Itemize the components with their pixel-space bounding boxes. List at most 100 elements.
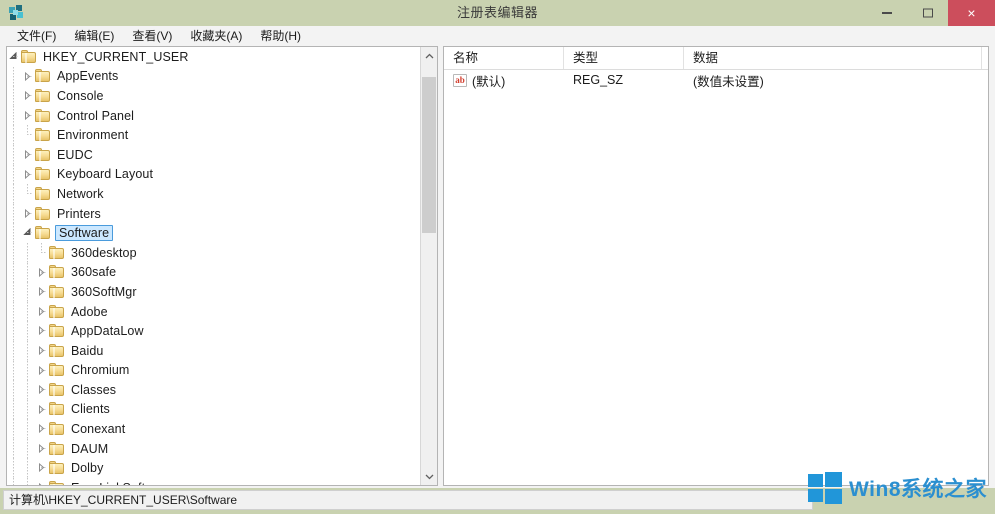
tree-item-console[interactable]: Console (7, 86, 420, 106)
minimize-button[interactable] (866, 0, 907, 26)
tree-indent (7, 321, 21, 341)
tree-indent (7, 301, 21, 322)
tree-indent (21, 458, 35, 479)
registry-tree[interactable]: HKEY_CURRENT_USER AppEvents Console Control… (7, 47, 420, 485)
chevron-right-icon[interactable] (35, 282, 49, 302)
tree-item-label: Classes (71, 382, 117, 397)
folder-icon (35, 88, 51, 103)
tree-item-360softmgr[interactable]: 360SoftMgr (7, 282, 420, 302)
tree-item-label: 360desktop (71, 245, 137, 260)
column-header-type[interactable]: 类型 (564, 47, 684, 69)
close-button[interactable]: × (948, 0, 995, 26)
tree-leaf-connector (21, 125, 35, 145)
tree-item-dolby[interactable]: Dolby (7, 458, 420, 479)
title-bar[interactable]: 注册表编辑器 × (0, 0, 995, 26)
tree-item-conexant[interactable]: Conexant (7, 419, 420, 439)
maximize-button[interactable] (907, 0, 948, 26)
chevron-right-icon[interactable] (21, 145, 35, 165)
tree-item-360desktop[interactable]: 360desktop (7, 242, 420, 263)
tree-item-clients[interactable]: Clients (7, 399, 420, 420)
tree-item-label: Baidu (71, 343, 104, 358)
tree-item-360safe[interactable]: 360safe (7, 262, 420, 283)
tree-leaf-connector (35, 242, 49, 263)
chevron-right-icon[interactable] (35, 458, 49, 478)
menu-file[interactable]: 文件(F) (8, 26, 65, 46)
tree-item-appevents[interactable]: AppEvents (7, 66, 420, 87)
tree-indent (7, 380, 21, 400)
tree-item-label: EasyLinkSoft (69, 481, 147, 485)
chevron-right-icon[interactable] (35, 419, 49, 439)
tree-item-label: Control Panel (57, 108, 135, 123)
chevron-right-icon[interactable] (21, 165, 35, 185)
tree-indent (7, 184, 21, 204)
tree-indent (7, 125, 21, 145)
tree-item-hkey-current-user[interactable]: HKEY_CURRENT_USER (7, 47, 420, 67)
scroll-up-button[interactable] (421, 47, 437, 64)
tree-item-classes[interactable]: Classes (7, 380, 420, 400)
tree-indent (7, 282, 21, 302)
scroll-down-button[interactable] (421, 468, 437, 485)
folder-icon (35, 128, 51, 142)
folder-icon (35, 108, 51, 123)
tree-item-easylinksoft[interactable]: EasyLinkSoft (7, 478, 420, 485)
tree-indent (21, 399, 35, 420)
tree-item-label: HKEY_CURRENT_USER (43, 49, 189, 64)
tree-item-keyboard-layout[interactable]: Keyboard Layout (7, 164, 420, 185)
column-header-data[interactable]: 数据 (684, 47, 982, 69)
folder-icon (49, 363, 65, 377)
tree-indent (21, 438, 35, 459)
tree-vertical-scrollbar[interactable] (420, 47, 437, 485)
tree-indent (7, 360, 21, 381)
close-icon: × (967, 5, 976, 21)
tree-indent (21, 282, 35, 302)
chevron-right-icon[interactable] (35, 439, 49, 459)
tree-item-eudc[interactable]: EUDC (7, 144, 420, 165)
chevron-right-icon[interactable] (35, 380, 49, 400)
window-title: 注册表编辑器 (456, 5, 538, 20)
registry-tree-pane[interactable]: HKEY_CURRENT_USER AppEvents Console Control… (6, 46, 438, 486)
tree-item-appdatalow[interactable]: AppDataLow (7, 321, 420, 341)
scrollbar-thumb[interactable] (422, 77, 436, 233)
tree-leaf-connector (21, 184, 35, 204)
table-row[interactable]: ab (默认) REG_SZ (数值未设置) (444, 70, 988, 90)
tree-item-chromium[interactable]: Chromium (7, 360, 420, 381)
tree-item-baidu[interactable]: Baidu (7, 340, 420, 361)
chevron-right-icon[interactable] (35, 341, 49, 361)
chevron-right-icon[interactable] (35, 302, 49, 322)
tree-item-printers[interactable]: Printers (7, 203, 420, 224)
tree-item-network[interactable]: Network (7, 184, 420, 204)
folder-icon (49, 304, 65, 319)
tree-item-environment[interactable]: Environment (7, 125, 420, 145)
tree-item-software[interactable]: Software (7, 223, 420, 243)
chevron-down-icon[interactable] (7, 47, 21, 67)
chevron-right-icon[interactable] (35, 478, 49, 485)
chevron-right-icon[interactable] (21, 67, 35, 87)
tree-item-control-panel[interactable]: Control Panel (7, 105, 420, 126)
chevron-right-icon[interactable] (21, 106, 35, 126)
menu-edit[interactable]: 编辑(E) (65, 26, 123, 46)
tree-indent (7, 340, 21, 361)
registry-values-pane[interactable]: 名称 类型 数据 ab (默认) REG_SZ (数值未设置) (443, 46, 989, 486)
folder-icon (49, 265, 65, 279)
tree-item-adobe[interactable]: Adobe (7, 301, 420, 322)
chevron-right-icon[interactable] (35, 400, 49, 420)
tree-indent (21, 340, 35, 361)
chevron-right-icon[interactable] (21, 86, 35, 106)
chevron-right-icon[interactable] (35, 263, 49, 283)
tree-item-label: Conexant (71, 422, 126, 437)
tree-indent (21, 419, 35, 439)
tree-item-label: Clients (71, 402, 110, 417)
folder-icon (49, 480, 65, 485)
column-header-name[interactable]: 名称 (444, 47, 564, 69)
folder-icon (35, 186, 51, 201)
chevron-right-icon[interactable] (35, 321, 49, 341)
chevron-right-icon[interactable] (21, 204, 35, 224)
chevron-right-icon[interactable] (35, 361, 49, 381)
menu-favorites[interactable]: 收藏夹(A) (181, 26, 251, 46)
tree-indent (7, 262, 21, 283)
chevron-down-icon[interactable] (21, 223, 35, 243)
tree-item-daum[interactable]: DAUM (7, 438, 420, 459)
registry-editor-window: 注册表编辑器 × 文件(F) 编辑(E) 查看(V) 收藏夹(A) 帮助(H) … (0, 0, 995, 514)
menu-view[interactable]: 查看(V) (123, 26, 181, 46)
menu-help[interactable]: 帮助(H) (251, 26, 310, 46)
